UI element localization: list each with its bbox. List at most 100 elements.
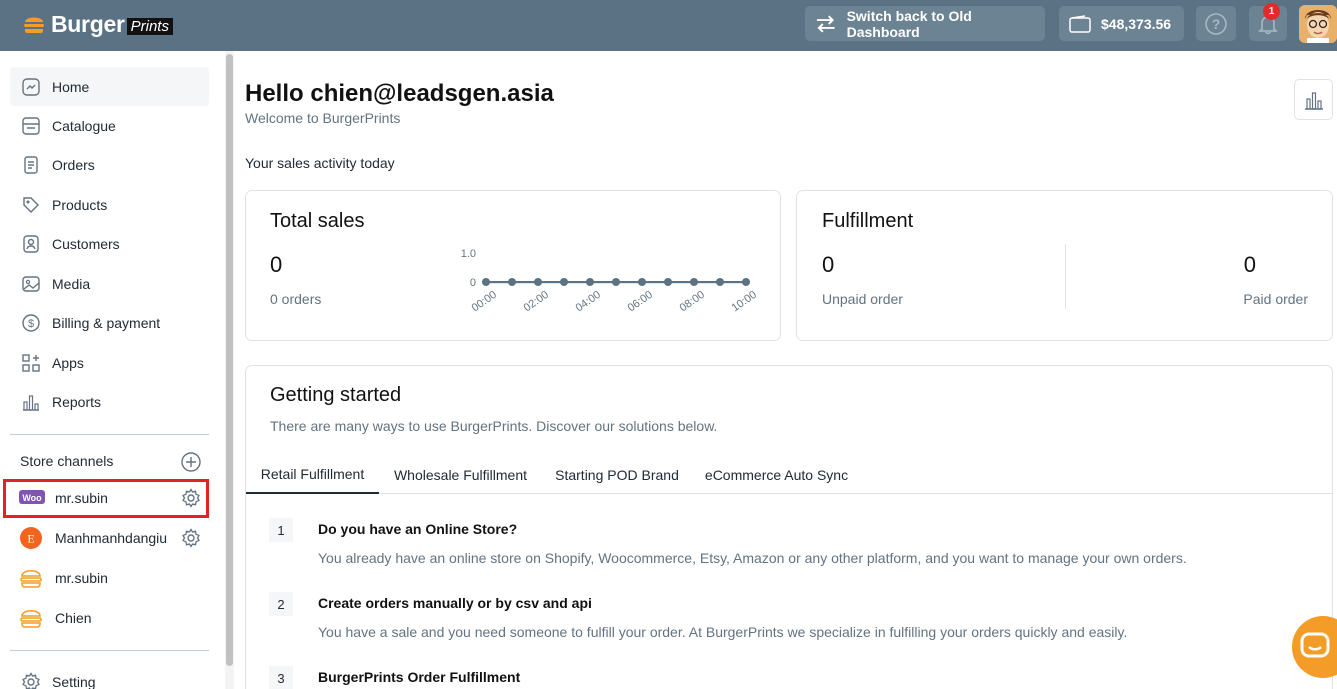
chat-icon — [1300, 632, 1330, 658]
sidebar-item-label: Setting — [52, 673, 96, 689]
channel-name: Chien — [55, 610, 92, 626]
gear-icon[interactable] — [181, 528, 201, 548]
x-tick-label: 06:00 — [626, 289, 655, 315]
sidebar-item-setting[interactable]: Setting — [10, 662, 209, 689]
image-icon — [22, 275, 40, 292]
avatar-face-icon — [1299, 5, 1337, 43]
swap-arrows-icon — [816, 14, 835, 33]
home-icon — [22, 77, 40, 96]
channel-item-etsy[interactable]: E Manhmanhdangiu — [10, 520, 209, 556]
data-point[interactable] — [664, 278, 672, 286]
data-point[interactable] — [690, 278, 698, 286]
x-tick-label: 04:00 — [574, 289, 603, 315]
page-title: Hello chien@leadsgen.asia — [245, 80, 554, 107]
card-title: Fulfillment — [822, 210, 914, 232]
data-point[interactable] — [742, 278, 750, 286]
etsy-icon: E — [20, 527, 42, 549]
x-tick-label: 00:00 — [470, 289, 499, 315]
analytics-button[interactable] — [1294, 79, 1333, 120]
step-title: Do you have an Online Store? — [318, 521, 518, 537]
sidebar-item-label: Home — [52, 78, 90, 95]
data-point[interactable] — [638, 278, 646, 286]
burger-logo-icon — [24, 17, 44, 33]
x-tick-label: 08:00 — [678, 289, 707, 315]
dollar-icon: $ — [22, 313, 40, 332]
switch-dashboard-label: Switch back to Old Dashboard — [846, 7, 972, 40]
svg-text:?: ? — [1212, 16, 1221, 32]
fulfillment-card: Fulfillment 0 Unpaid order 0 Paid order — [796, 190, 1333, 341]
y-tick-label: 1.0 — [461, 248, 476, 260]
help-button[interactable]: ? — [1196, 6, 1236, 41]
sidebar-item-orders[interactable]: Orders — [10, 145, 209, 184]
sidebar-item-label: Customers — [52, 235, 120, 252]
x-tick-label: 10:00 — [730, 289, 759, 315]
sidebar-item-billing[interactable]: $ Billing & payment — [10, 303, 209, 342]
sidebar-item-label: Media — [52, 275, 91, 292]
tab-starting-pod-brand[interactable]: Starting POD Brand — [544, 455, 690, 494]
sidebar-item-home[interactable]: Home — [10, 67, 209, 106]
card-title: Total sales — [270, 210, 365, 232]
step-number: 1 — [269, 518, 293, 542]
y-tick-label: 0 — [470, 277, 476, 289]
data-point[interactable] — [560, 278, 568, 286]
sidebar-item-products[interactable]: Products — [10, 185, 209, 224]
apps-icon — [22, 353, 40, 372]
wallet-icon — [1069, 14, 1091, 33]
data-point[interactable] — [716, 278, 724, 286]
step-description: You already have an online store on Shop… — [318, 550, 1187, 566]
channel-item-burger[interactable]: mr.subin — [10, 560, 209, 596]
customer-icon — [23, 234, 39, 253]
svg-text:E: E — [27, 532, 34, 546]
notifications-button[interactable]: 1 — [1249, 3, 1287, 41]
sidebar-divider — [10, 650, 209, 651]
bar-chart-icon — [1304, 91, 1323, 110]
sidebar-item-apps[interactable]: Apps — [10, 343, 209, 382]
sidebar-item-label: Catalogue — [52, 117, 116, 134]
data-point[interactable] — [482, 278, 490, 286]
unpaid-order-value: 0 — [822, 252, 835, 277]
switch-dashboard-button[interactable]: Switch back to Old Dashboard — [805, 6, 1045, 41]
tag-icon — [23, 196, 39, 213]
sidebar-item-media[interactable]: Media — [10, 264, 209, 303]
data-point[interactable] — [586, 278, 594, 286]
tab-ecommerce-auto-sync[interactable]: eCommerce Auto Sync — [696, 455, 857, 494]
step-title: BurgerPrints Order Fulfillment — [318, 669, 521, 685]
sidebar-item-customers[interactable]: Customers — [10, 224, 209, 263]
total-sales-card: Total sales 0 0 orders 1.0 0 00:00 02:00 04:… — [245, 190, 781, 341]
step-title: Create orders manually or by csv and api — [318, 595, 592, 611]
sidebar-scrollbar-thumb[interactable] — [226, 54, 233, 666]
getting-started-subtitle: There are many ways to use BurgerPrints.… — [270, 418, 718, 434]
sidebar-item-label: Products — [52, 196, 108, 213]
burger-icon — [20, 569, 42, 588]
channel-name: mr.subin — [55, 570, 108, 586]
add-channel-icon[interactable] — [181, 452, 201, 472]
sidebar-item-reports[interactable]: Reports — [10, 382, 209, 421]
wallet-balance-button[interactable]: $48,373.56 — [1059, 6, 1184, 41]
channel-item-burger[interactable]: Chien — [10, 600, 209, 636]
wallet-balance: $48,373.56 — [1101, 15, 1172, 32]
burger-icon — [20, 609, 42, 628]
total-orders-count: 0 orders — [270, 291, 322, 307]
help-icon: ? — [1205, 12, 1227, 35]
page-subtitle: Welcome to BurgerPrints — [245, 110, 401, 126]
data-point[interactable] — [534, 278, 542, 286]
fulfillment-divider — [1065, 244, 1066, 309]
tab-retail-fulfillment[interactable]: Retail Fulfillment — [246, 455, 379, 494]
user-avatar[interactable] — [1299, 5, 1337, 43]
paid-order-value: 0 — [1243, 252, 1256, 277]
top-bar: Burger Prints Switch back to Old Dashboa… — [0, 0, 1337, 51]
logo-subtext: Prints — [126, 17, 173, 35]
data-point[interactable] — [508, 278, 516, 286]
reports-icon — [23, 394, 39, 411]
highlight-box — [3, 479, 209, 518]
notification-badge: 1 — [1263, 3, 1280, 20]
logo[interactable]: Burger Prints — [22, 10, 173, 38]
sidebar-item-label: Orders — [52, 156, 95, 173]
sales-activity-title: Your sales activity today — [245, 155, 395, 171]
tab-wholesale-fulfillment[interactable]: Wholesale Fulfillment — [383, 455, 538, 494]
sidebar-item-catalogue[interactable]: Catalogue — [10, 106, 209, 145]
sales-line-chart: 1.0 000:00 02:00 04:00 06:00 08:00 10:00 — [461, 248, 759, 315]
data-point[interactable] — [612, 278, 620, 286]
card-title: Getting started — [270, 384, 402, 406]
total-sales-value: 0 — [270, 252, 283, 277]
